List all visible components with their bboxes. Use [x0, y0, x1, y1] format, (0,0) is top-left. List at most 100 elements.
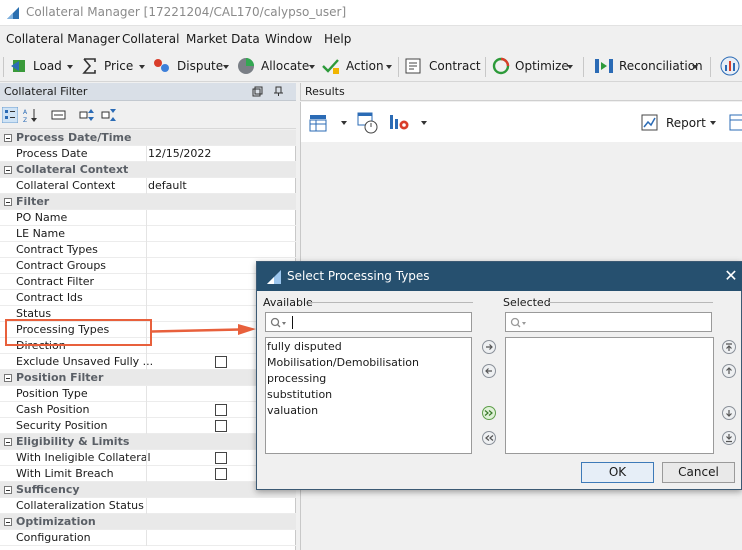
process-date-value[interactable]: 12/15/2022	[148, 147, 211, 160]
reconciliation-icon	[595, 59, 613, 73]
property-row[interactable]: Position Type	[0, 386, 296, 402]
allocate-dropdown-icon[interactable]	[309, 65, 315, 69]
menu-collateral-manager[interactable]: Collateral Manager	[6, 32, 120, 46]
close-icon[interactable]: ✕	[723, 267, 739, 285]
ok-button[interactable]: OK	[581, 462, 654, 483]
property-row[interactable]: Exclude Unsaved Fully ...	[0, 354, 296, 370]
load-button[interactable]: Load	[10, 55, 62, 77]
property-row[interactable]: Contract Groups	[0, 258, 296, 274]
category-filter[interactable]: Filter	[0, 194, 296, 210]
selected-search-input[interactable]	[505, 312, 712, 332]
optimize-button[interactable]: Optimize	[492, 55, 569, 77]
categorized-view-icon[interactable]	[2, 107, 18, 123]
list-item[interactable]: Mobilisation/Demobilisation	[267, 356, 419, 369]
property-row[interactable]: Contract Ids	[0, 290, 296, 306]
price-button[interactable]: Price	[81, 55, 133, 77]
collateral-context-value[interactable]: default	[148, 179, 187, 192]
category-optimization[interactable]: Optimization	[0, 514, 296, 530]
reconciliation-button[interactable]: Reconciliation	[594, 55, 703, 77]
expand-all-icon[interactable]	[79, 107, 95, 123]
action-button[interactable]: Action	[321, 55, 384, 77]
action-label: Action	[346, 59, 384, 73]
dispute-button[interactable]: Dispute	[152, 55, 223, 77]
results-tab-bar: Results	[300, 83, 742, 101]
property-row[interactable]: Collateralization Status	[0, 498, 296, 514]
allocate-button[interactable]: Allocate	[236, 55, 309, 77]
dialog-title-bar[interactable]: Select Processing Types ✕	[257, 262, 742, 291]
price-dropdown-icon[interactable]	[139, 65, 145, 69]
limit-breach-checkbox[interactable]	[215, 468, 227, 480]
property-row[interactable]: Process Date 12/15/2022	[0, 146, 296, 162]
optimize-dropdown-icon[interactable]	[567, 65, 573, 69]
cancel-button[interactable]: Cancel	[662, 462, 735, 483]
property-row[interactable]: With Ineligible Collateral	[0, 450, 296, 466]
move-right-button[interactable]	[482, 340, 496, 354]
select-processing-types-dialog: Select Processing Types ✕ Available Sele…	[256, 261, 742, 490]
move-down-button[interactable]	[722, 406, 736, 420]
move-all-left-button[interactable]	[482, 431, 496, 445]
collapse-all-icon[interactable]	[101, 107, 117, 123]
category-process-date-time[interactable]: Process Date/Time	[0, 130, 296, 146]
sort-alpha-icon[interactable]: AZ	[22, 107, 38, 123]
menu-help[interactable]: Help	[324, 32, 351, 46]
list-item[interactable]: processing	[267, 372, 326, 385]
property-row[interactable]: Contract Filter	[0, 274, 296, 290]
category-collateral-context[interactable]: Collateral Context	[0, 162, 296, 178]
property-pages-icon[interactable]	[51, 109, 67, 121]
filter-dropdown-icon[interactable]	[341, 121, 347, 125]
menu-market-data[interactable]: Market Data	[186, 32, 260, 46]
table-filter-icon[interactable]	[309, 114, 329, 132]
category-eligibility-limits[interactable]: Eligibility & Limits	[0, 434, 296, 450]
collapse-toggle-icon[interactable]	[4, 518, 12, 526]
report-dropdown-icon[interactable]	[710, 121, 716, 125]
property-row[interactable]: Contract Types	[0, 242, 296, 258]
security-position-checkbox[interactable]	[215, 420, 227, 432]
property-row[interactable]: Cash Position	[0, 402, 296, 418]
dispute-dropdown-icon[interactable]	[223, 65, 229, 69]
available-list[interactable]: fully disputed Mobilisation/Demobilisati…	[265, 337, 472, 454]
move-up-button[interactable]	[722, 364, 736, 378]
available-search-input[interactable]	[265, 312, 472, 332]
report-button[interactable]: Report	[641, 114, 706, 132]
annotation-arrow-icon	[152, 324, 256, 335]
list-item[interactable]: substitution	[267, 388, 332, 401]
property-row[interactable]: PO Name	[0, 210, 296, 226]
exclude-unsaved-checkbox[interactable]	[215, 356, 227, 368]
reconciliation-dropdown-icon[interactable]	[692, 65, 698, 69]
collapse-toggle-icon[interactable]	[4, 166, 12, 174]
list-item[interactable]: valuation	[267, 404, 318, 417]
property-row[interactable]: Configuration	[0, 530, 296, 546]
settings-dropdown-icon[interactable]	[421, 121, 427, 125]
move-all-right-button[interactable]	[482, 406, 496, 420]
schedule-icon[interactable]	[357, 112, 379, 134]
menu-window[interactable]: Window	[265, 32, 312, 46]
load-dropdown-icon[interactable]	[67, 65, 73, 69]
collapse-toggle-icon[interactable]	[4, 374, 12, 382]
tab-results[interactable]: Results	[305, 85, 345, 98]
move-bottom-button[interactable]	[722, 431, 736, 445]
ineligible-collateral-checkbox[interactable]	[215, 452, 227, 464]
restore-icon[interactable]	[252, 86, 263, 97]
collapse-toggle-icon[interactable]	[4, 134, 12, 142]
export-icon[interactable]	[729, 114, 742, 132]
pin-icon[interactable]	[273, 86, 284, 97]
action-dropdown-icon[interactable]	[386, 65, 392, 69]
cash-position-checkbox[interactable]	[215, 404, 227, 416]
contract-button[interactable]: Contract	[404, 55, 481, 77]
menu-collateral[interactable]: Collateral	[122, 32, 179, 46]
move-top-button[interactable]	[722, 340, 736, 354]
property-row[interactable]: LE Name	[0, 226, 296, 242]
collapse-toggle-icon[interactable]	[4, 438, 12, 446]
property-row[interactable]: With Limit Breach	[0, 466, 296, 482]
category-sufficency[interactable]: Sufficency	[0, 482, 296, 498]
property-row[interactable]: Security Position	[0, 418, 296, 434]
selected-list[interactable]	[505, 337, 714, 454]
list-item[interactable]: fully disputed	[267, 340, 342, 353]
property-row[interactable]: Collateral Context default	[0, 178, 296, 194]
report-chart-button[interactable]	[720, 55, 742, 77]
collapse-toggle-icon[interactable]	[4, 198, 12, 206]
settings-columns-icon[interactable]	[389, 113, 411, 133]
category-position-filter[interactable]: Position Filter	[0, 370, 296, 386]
collapse-toggle-icon[interactable]	[4, 486, 12, 494]
move-left-button[interactable]	[482, 364, 496, 378]
